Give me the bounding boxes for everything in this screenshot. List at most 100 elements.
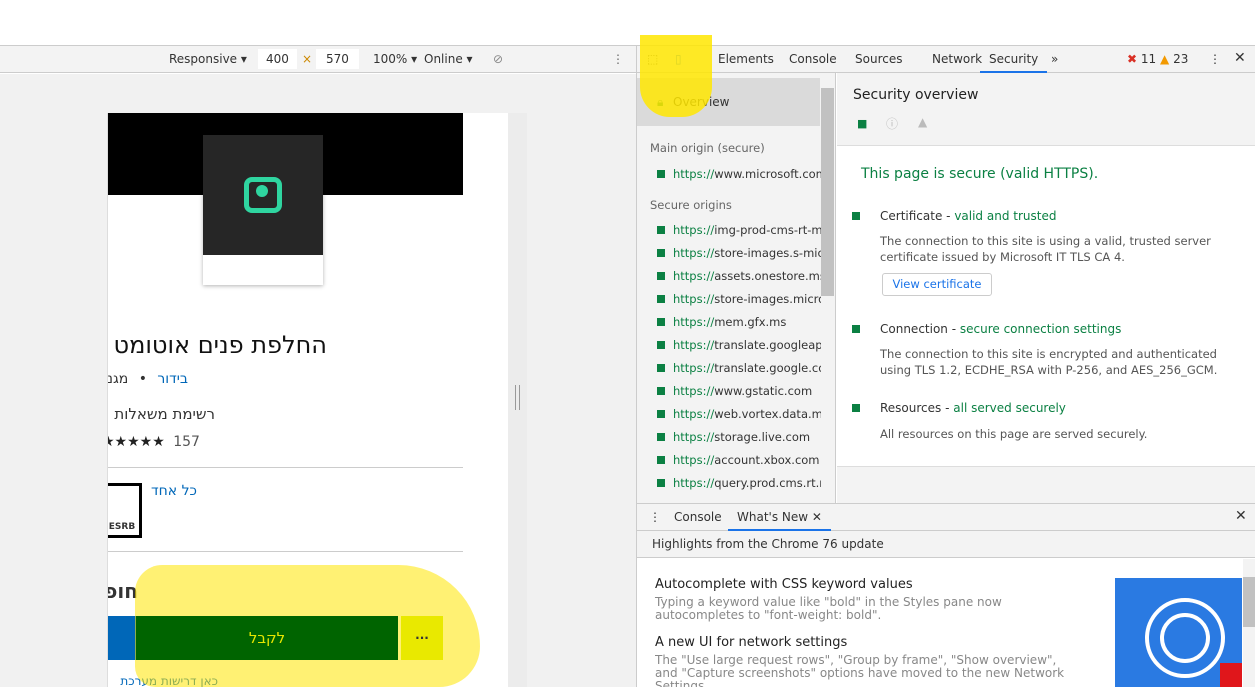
devtools-menu-icon[interactable]: ⋮: [1209, 52, 1221, 66]
more-button[interactable]: ···: [401, 616, 443, 660]
main-origin-item[interactable]: https://www.microsoft.com: [657, 167, 821, 181]
origin-host: storage.live.com: [714, 430, 811, 444]
origin-host: store-images.s-micro: [714, 246, 821, 260]
origin-host: store-images.micros: [714, 292, 821, 306]
origin-scheme: https://: [673, 407, 715, 421]
emulated-page: החלפת פנים אוטומט בידור • מגנ רשימת משאל…: [107, 113, 508, 687]
tab-console[interactable]: Console: [789, 52, 837, 66]
secure-lock-icon: ■: [857, 117, 868, 130]
drawer-scrollbar[interactable]: [1243, 577, 1255, 627]
inspect-element-icon[interactable]: ⬚: [647, 52, 658, 66]
system-requirements-link[interactable]: כאן דרישות מערכת: [108, 674, 218, 687]
secure-origin-item[interactable]: https://storage.live.com: [657, 430, 821, 444]
origin-scheme: https://: [673, 269, 715, 283]
warning-icon: ▲: [918, 115, 928, 129]
more-tabs-icon[interactable]: »: [1051, 52, 1058, 66]
drawer-menu-icon[interactable]: ⋮: [649, 510, 661, 524]
esrb-badge: ESRB: [108, 483, 142, 538]
width-input[interactable]: 400: [258, 49, 297, 69]
rating: ★★★★★ 157: [107, 434, 200, 450]
network-select[interactable]: Online ▾: [424, 52, 473, 66]
view-certificate-button[interactable]: View certificate: [882, 273, 992, 296]
security-summary: This page is secure (valid HTTPS).: [861, 166, 1099, 182]
sidebar-item-overview[interactable]: 🔒︎ Overview: [637, 78, 820, 126]
origin-scheme: https://: [673, 453, 715, 467]
origin-host: mem.gfx.ms: [714, 315, 787, 329]
age-rating-link[interactable]: כל אחד: [151, 483, 197, 499]
cert-status: valid and trusted: [954, 209, 1057, 223]
certificate-heading: Certificate - valid and trusted: [880, 209, 1056, 223]
star-rating: ★★★★★: [107, 434, 165, 450]
origin-scheme: https://: [673, 338, 715, 352]
tab-network[interactable]: Network: [932, 52, 982, 66]
rating-count: 157: [173, 434, 200, 450]
secure-origin-item[interactable]: https://img-prod-cms-rt-mi: [657, 223, 821, 237]
error-icon: ✖: [1127, 52, 1138, 66]
warning-icon: ▲: [1160, 52, 1170, 66]
secure-origin-item[interactable]: https://account.xbox.com: [657, 453, 821, 467]
get-button[interactable]: לקבל: [136, 616, 398, 660]
whats-new-label: What's New: [737, 510, 809, 524]
res-label: Resources: [880, 401, 942, 415]
origin-host: www.gstatic.com: [714, 384, 813, 398]
esrb-label: ESRB: [108, 522, 136, 532]
connection-description: The connection to this site is encrypted…: [880, 347, 1218, 377]
secure-origin-item[interactable]: https://web.vortex.data.micr: [657, 407, 821, 421]
origin-host: translate.googleapis: [714, 338, 821, 352]
res-status: all served securely: [953, 401, 1066, 415]
origin-scheme: https://: [673, 167, 715, 181]
conn-label: Connection: [880, 322, 948, 336]
tab-elements[interactable]: Elements: [718, 52, 774, 66]
category-link[interactable]: בידור: [157, 371, 188, 387]
tab-security[interactable]: Security: [980, 46, 1048, 73]
close-drawer-icon[interactable]: ✕: [1235, 508, 1247, 524]
connection-heading: Connection - secure connection settings: [880, 322, 1121, 336]
zoom-select[interactable]: 100% ▾: [373, 52, 417, 66]
viewport-resizer[interactable]: [508, 113, 527, 687]
bullet: •: [138, 371, 147, 387]
secure-origin-item[interactable]: https://translate.googleapis: [657, 338, 821, 352]
wishlist-link[interactable]: רשימת משאלות: [108, 405, 215, 423]
secure-origin-item[interactable]: https://store-images.micros: [657, 292, 821, 306]
secure-origin-item[interactable]: https://translate.google.com: [657, 361, 821, 375]
publisher: מגנ: [107, 371, 129, 387]
device-select[interactable]: Responsive ▾: [169, 52, 247, 66]
device-toggle-icon[interactable]: ▯: [675, 52, 682, 66]
security-sidebar: 🔒︎ Overview Main origin (secure) https:/…: [636, 73, 836, 503]
secure-origin-item[interactable]: https://query.prod.cms.rt.mi: [657, 476, 821, 490]
secure-origin-item[interactable]: https://store-images.s-micro: [657, 246, 821, 260]
app-icon-card: [203, 135, 323, 285]
rotate-icon[interactable]: ⊘: [493, 52, 503, 66]
close-devtools-icon[interactable]: ✕: [1234, 50, 1246, 66]
info-icon: ⓘ: [886, 117, 899, 131]
resources-description: All resources on this page are served se…: [880, 427, 1148, 441]
origin-scheme: https://: [673, 223, 715, 237]
origin-scheme: https://: [673, 384, 715, 398]
drawer-tab-console[interactable]: Console: [674, 510, 722, 524]
close-tab-icon[interactable]: ✕: [812, 510, 822, 524]
conn-status: secure connection settings: [959, 322, 1122, 336]
secure-origin-item[interactable]: https://assets.onestore.ms: [657, 269, 821, 283]
secure-origin-item[interactable]: https://mem.gfx.ms: [657, 315, 821, 329]
news-item-title[interactable]: Autocomplete with CSS keyword values: [655, 577, 913, 592]
origin-host: assets.onestore.ms: [714, 269, 821, 283]
sidebar-scrollbar[interactable]: [821, 88, 834, 296]
section-heading: חופ: [108, 579, 138, 603]
secure-origin-item[interactable]: https://www.gstatic.com: [657, 384, 821, 398]
origin-host: account.xbox.com: [714, 453, 820, 467]
height-input[interactable]: 570: [316, 49, 359, 69]
app-icon: [203, 135, 323, 255]
news-item-desc: Typing a keyword value like "bold" in th…: [655, 595, 1002, 622]
lock-icon: 🔒︎: [657, 95, 664, 109]
news-item-title[interactable]: A new UI for network settings: [655, 635, 847, 650]
devtools-tabbar: ⬚ ▯ Elements Console Sources Network Sec…: [636, 45, 1255, 73]
origin-scheme: https://: [673, 315, 715, 329]
origin-host: query.prod.cms.rt.mi: [714, 476, 821, 490]
more-options-icon[interactable]: ⋮: [612, 52, 624, 66]
tab-sources[interactable]: Sources: [855, 52, 902, 66]
error-count[interactable]: ✖ 11 ▲ 23: [1127, 52, 1188, 66]
origin-scheme: https://: [673, 430, 715, 444]
origin-host: translate.google.com: [714, 361, 821, 375]
secure-origins-heading: Secure origins: [650, 198, 732, 212]
drawer-tab-whats-new[interactable]: What's New ✕: [728, 504, 831, 531]
